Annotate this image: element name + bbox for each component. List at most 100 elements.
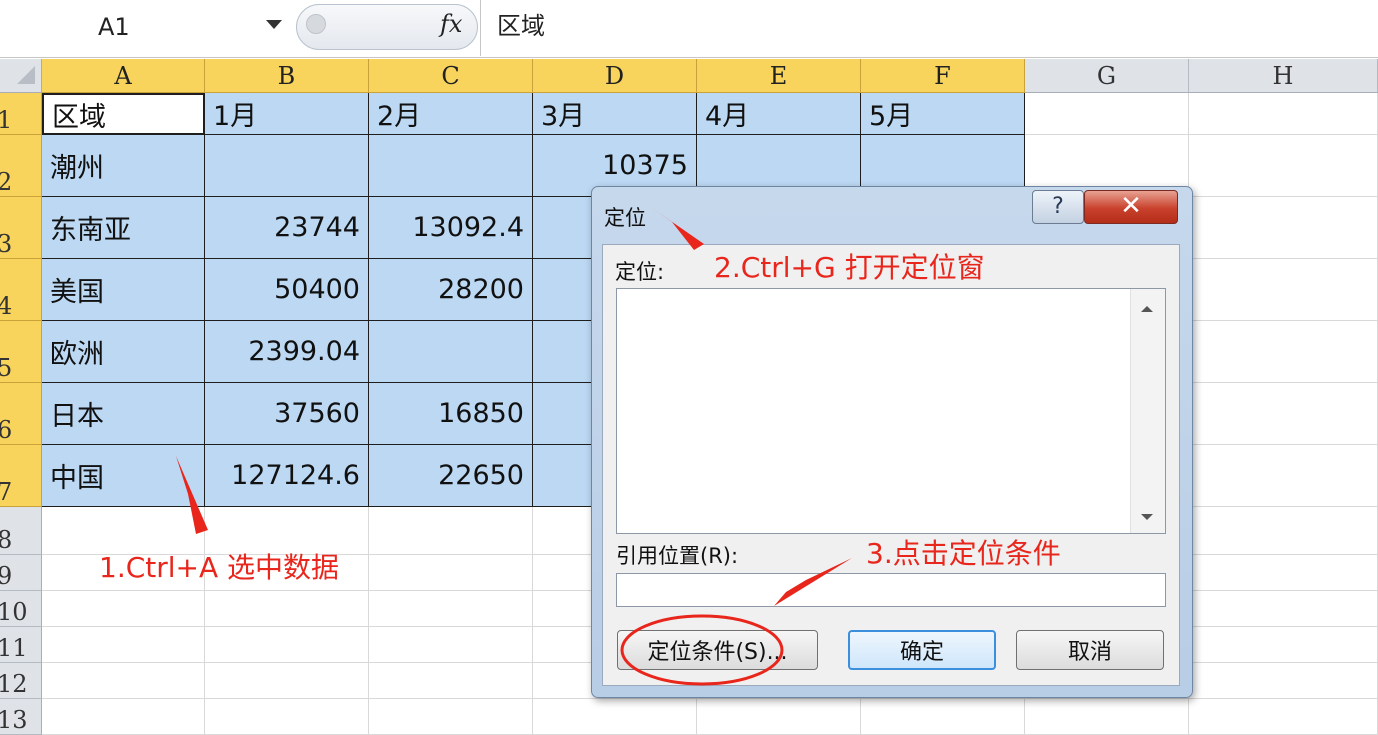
cell[interactable]	[1025, 93, 1189, 135]
column-header-c[interactable]: C	[369, 59, 533, 93]
row-header-12[interactable]: 12	[0, 663, 42, 699]
column-header-d[interactable]: D	[533, 59, 697, 93]
annotation-step2: 2.Ctrl+G 打开定位窗	[714, 251, 985, 284]
goto-label: 定位:	[615, 260, 665, 284]
data-cell[interactable]: 127124.6	[205, 445, 369, 507]
cell[interactable]	[369, 627, 533, 663]
row-header-1[interactable]: 1	[0, 93, 42, 135]
data-cell[interactable]: 日本	[42, 383, 205, 445]
header-cell[interactable]: 4月	[697, 93, 861, 135]
data-cell[interactable]: 潮州	[42, 135, 205, 197]
row-number: 10	[0, 598, 28, 626]
cell[interactable]	[369, 663, 533, 699]
data-cell[interactable]: 23744	[205, 197, 369, 259]
row-number: 6	[0, 418, 12, 442]
column-header-b[interactable]: B	[205, 59, 369, 93]
row-header-8[interactable]: 8	[0, 507, 42, 555]
help-button[interactable]: ?	[1032, 190, 1084, 224]
data-cell[interactable]: 中国	[42, 445, 205, 507]
cell[interactable]	[205, 591, 369, 627]
cell[interactable]	[369, 591, 533, 627]
column-header-f[interactable]: F	[861, 59, 1025, 93]
select-all-icon[interactable]	[17, 66, 35, 84]
row-header-9[interactable]: 9	[0, 555, 42, 591]
row-number: 7	[0, 480, 12, 504]
close-button[interactable]: ✕	[1084, 190, 1178, 224]
data-cell[interactable]: 22650	[369, 445, 533, 507]
data-cell[interactable]: 16850	[369, 383, 533, 445]
header-cell[interactable]: 3月	[533, 93, 697, 135]
row-number: 9	[0, 564, 12, 588]
row-header-4[interactable]: 4	[0, 259, 42, 321]
data-cell[interactable]: 37560	[205, 383, 369, 445]
data-cell[interactable]: 美国	[42, 259, 205, 321]
row-header-6[interactable]: 6	[0, 383, 42, 445]
row-header-7[interactable]: 7	[0, 445, 42, 507]
goto-list[interactable]	[616, 288, 1166, 534]
cell[interactable]	[1189, 627, 1378, 663]
row-number: 3	[0, 232, 12, 256]
data-cell[interactable]: 13092.4	[369, 197, 533, 259]
scroll-up-icon[interactable]	[1141, 306, 1153, 312]
header-cell[interactable]: 2月	[369, 93, 533, 135]
cancel-button[interactable]: 取消	[1016, 630, 1164, 670]
annotation-step3: 3.点击定位条件	[866, 537, 1061, 570]
data-cell[interactable]: 2399.04	[205, 321, 369, 383]
header-cell[interactable]: 5月	[861, 93, 1025, 135]
header-cell[interactable]: 1月	[205, 93, 369, 135]
chevron-down-icon[interactable]	[266, 20, 282, 29]
row-header-11[interactable]: 11	[0, 627, 42, 663]
cell[interactable]	[1189, 445, 1378, 507]
data-cell[interactable]	[369, 135, 533, 197]
column-header-e[interactable]: E	[697, 59, 861, 93]
cell[interactable]	[205, 663, 369, 699]
insert-function-icon[interactable]: fx	[440, 10, 462, 38]
scroll-down-icon[interactable]	[1141, 514, 1153, 520]
cell[interactable]	[369, 507, 533, 555]
row-header-10[interactable]: 10	[0, 591, 42, 627]
cell[interactable]	[42, 627, 205, 663]
row-number: 5	[0, 356, 12, 380]
row-number: 8	[0, 528, 12, 552]
header-cell[interactable]: 区域	[42, 93, 205, 135]
cell[interactable]	[1189, 555, 1378, 591]
cell[interactable]	[1189, 383, 1378, 445]
formula-input[interactable]: 区域	[480, 0, 1378, 56]
reference-input[interactable]	[616, 573, 1166, 607]
cell[interactable]	[1189, 259, 1378, 321]
cell[interactable]	[1189, 663, 1378, 699]
row-header-2[interactable]: 2	[0, 135, 42, 197]
goto-list-scrollbar[interactable]	[1130, 289, 1165, 533]
cancel-entry-icon[interactable]	[306, 14, 326, 34]
data-cell[interactable]: 50400	[205, 259, 369, 321]
cell[interactable]	[1189, 591, 1378, 627]
data-cell[interactable]: 东南亚	[42, 197, 205, 259]
data-cell[interactable]	[205, 135, 369, 197]
data-cell[interactable]: 欧洲	[42, 321, 205, 383]
dialog-title: 定位	[604, 206, 646, 230]
annotation-step1: 1.Ctrl+A 选中数据	[99, 551, 340, 584]
column-header-a[interactable]: A	[42, 59, 205, 93]
reference-label: 引用位置(R):	[616, 544, 739, 568]
cell[interactable]	[1189, 507, 1378, 555]
cell[interactable]	[369, 555, 533, 591]
name-box[interactable]: A1	[0, 3, 290, 51]
data-cell[interactable]	[369, 321, 533, 383]
cell[interactable]	[1189, 321, 1378, 383]
cell[interactable]	[42, 591, 205, 627]
data-cell[interactable]: 28200	[369, 259, 533, 321]
column-header-g[interactable]: G	[1025, 59, 1189, 93]
row-number: 2	[0, 170, 12, 194]
cell[interactable]	[1189, 197, 1378, 259]
row-number: 1	[0, 108, 12, 132]
row-header-5[interactable]: 5	[0, 321, 42, 383]
cell[interactable]	[42, 663, 205, 699]
special-button[interactable]: 定位条件(S)...	[617, 630, 818, 670]
column-header-h[interactable]: H	[1189, 59, 1378, 93]
cell[interactable]	[205, 627, 369, 663]
cell[interactable]	[1189, 135, 1378, 197]
row-number: 13	[0, 706, 28, 734]
cell[interactable]	[1189, 93, 1378, 135]
row-header-3[interactable]: 3	[0, 197, 42, 259]
ok-button[interactable]: 确定	[848, 630, 996, 670]
